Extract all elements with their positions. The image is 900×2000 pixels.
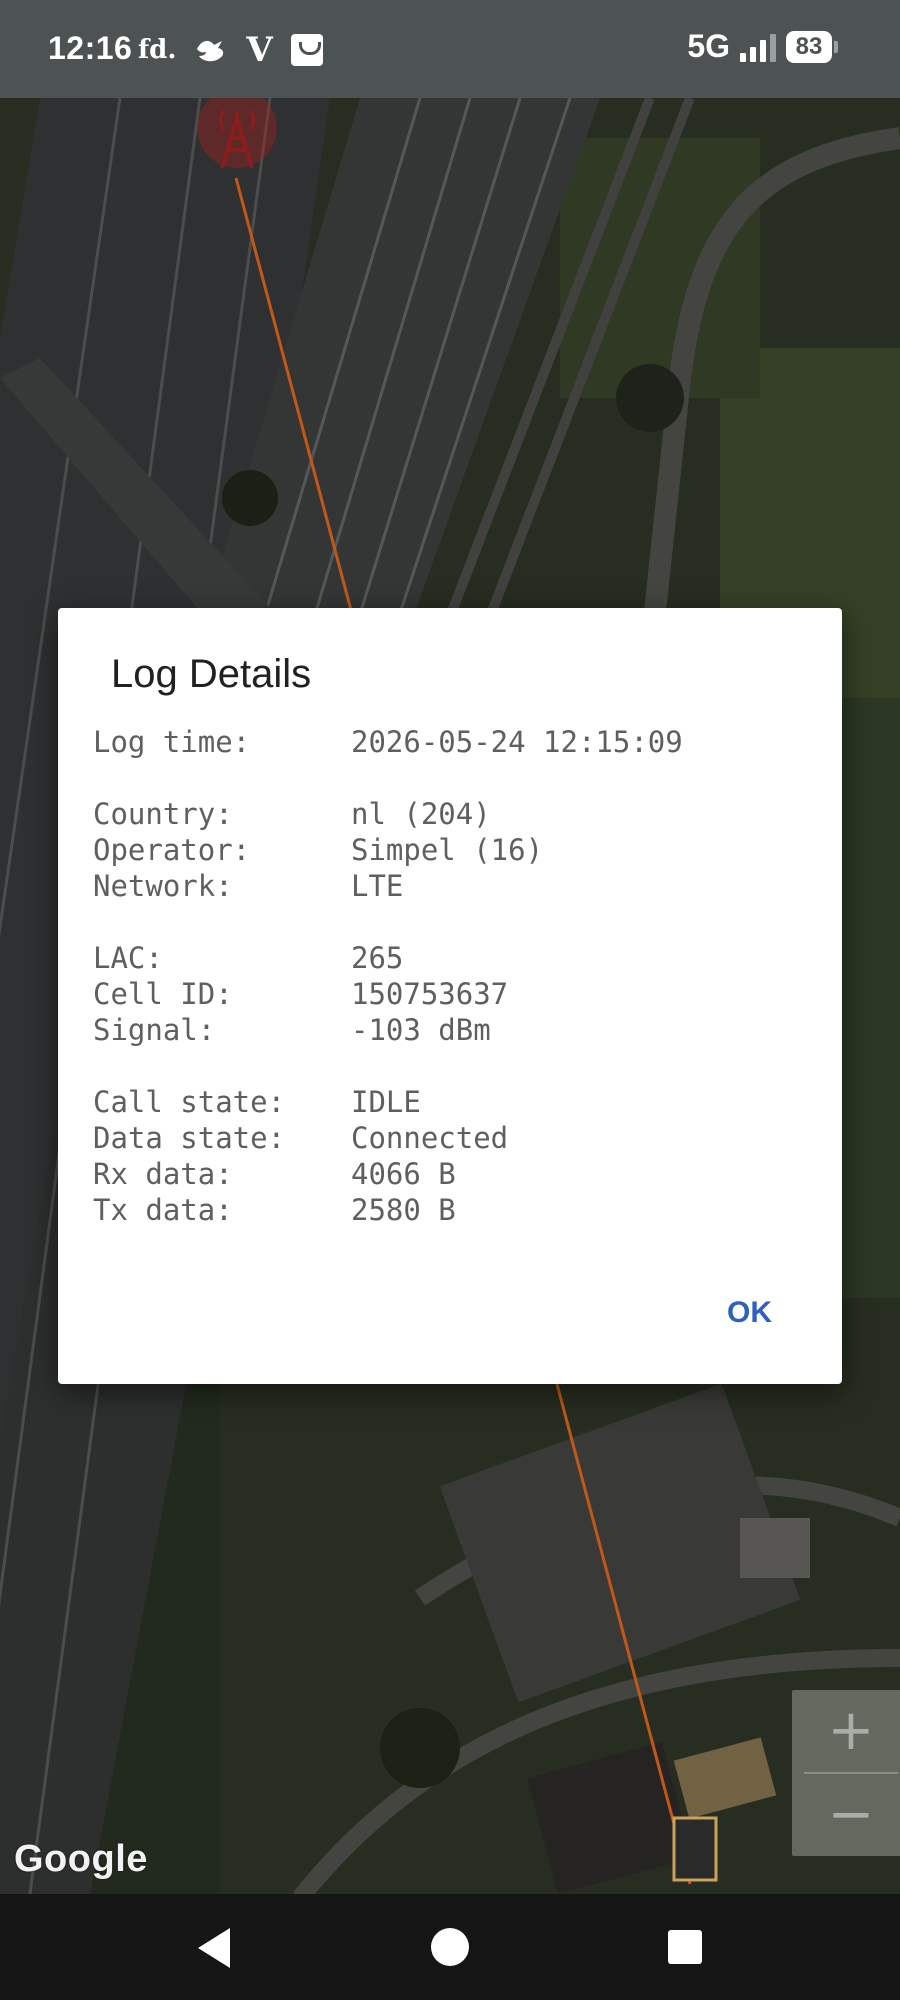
tx-data-label: Tx data: [93,1193,233,1227]
country-label: Country: [93,797,233,831]
data-state-row: Data state: Connected [93,1120,683,1156]
zoom-in-button[interactable]: + [792,1690,900,1772]
signal-label: Signal: [93,1013,216,1047]
data-state-value: Connected [351,1121,509,1155]
lac-value: 265 [351,941,404,975]
log-time-value: 2026-05-24 12:15:09 [351,725,683,759]
cell-id-row: Cell ID: 150753637 [93,976,683,1012]
device-location-icon[interactable] [670,1814,720,1884]
rx-data-value: 4066 B [351,1157,456,1191]
back-icon[interactable] [198,1928,230,1968]
cell-id-value: 150753637 [351,977,509,1011]
tx-data-value: 2580 B [351,1193,456,1227]
home-icon[interactable] [431,1928,469,1966]
log-time-label: Log time: [93,725,251,759]
network-label: Network: [93,869,233,903]
country-row: Country: nl (204) [93,796,683,832]
log-details-body: Log time: 2026-05-24 12:15:09 Country: n… [93,724,683,1228]
notification-icons: fd. V [138,30,323,70]
rx-data-label: Rx data: [93,1157,233,1191]
status-bar: 12:16 fd. V 5G 83 [0,0,900,98]
clock: 12:16 [48,30,133,66]
call-state-value: IDLE [351,1085,421,1119]
zoom-out-button[interactable]: − [792,1774,900,1856]
signal-value: -103 dBm [351,1013,491,1047]
log-time-row: Log time: 2026-05-24 12:15:09 [93,724,683,760]
cell-tower-icon[interactable] [192,98,282,188]
bird-icon [197,40,224,62]
log-details-dialog: Log Details Log time: 2026-05-24 12:15:0… [58,608,842,1384]
v-app-icon: V [246,30,273,70]
call-state-label: Call state: [93,1085,286,1119]
signal-row: Signal: -103 dBm [93,1012,683,1048]
network-value: LTE [351,869,404,903]
network-row: Network: LTE [93,868,683,904]
operator-row: Operator: Simpel (16) [93,832,683,868]
country-value: nl (204) [351,797,491,831]
signal-strength-icon [740,32,776,62]
rx-data-row: Rx data: 4066 B [93,1156,683,1192]
data-state-label: Data state: [93,1121,286,1155]
recent-apps-icon[interactable] [668,1930,702,1964]
dialog-title: Log Details [111,652,312,696]
cell-id-label: Cell ID: [93,977,233,1011]
tv-icon [290,34,323,66]
call-state-row: Call state: IDLE [93,1084,683,1120]
fd-icon: fd. [138,35,177,65]
google-attribution: Google [14,1838,148,1880]
lac-label: LAC: [93,941,163,975]
network-type: 5G [687,28,730,64]
zoom-controls: + − [792,1690,900,1856]
battery-icon: 83 [786,30,838,63]
operator-label: Operator: [93,833,251,867]
navigation-bar [0,1894,900,2000]
tx-data-row: Tx data: 2580 B [93,1192,683,1228]
ok-button[interactable]: OK [727,1296,772,1330]
battery-level: 83 [786,30,832,63]
lac-row: LAC: 265 [93,940,683,976]
operator-value: Simpel (16) [351,833,544,867]
